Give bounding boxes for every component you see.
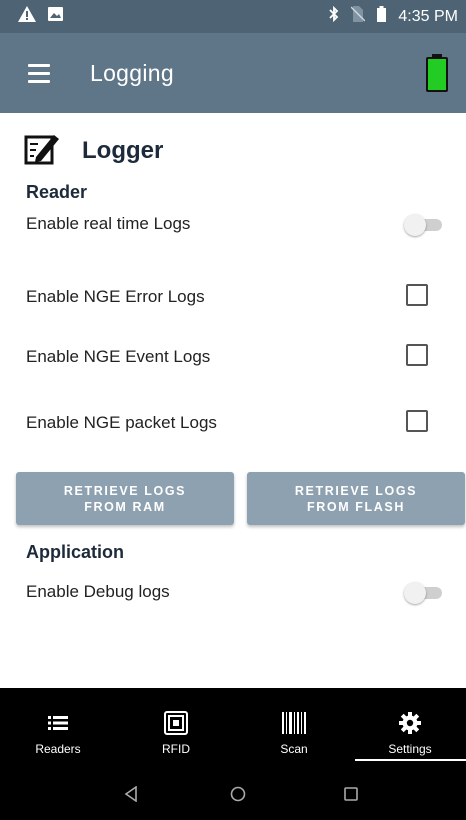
status-bar: 4:35 PM [0, 0, 466, 33]
back-icon[interactable] [117, 780, 145, 808]
nge-packet-logs-label: Enable NGE packet Logs [26, 413, 217, 432]
app-bar: Logging [0, 33, 466, 113]
realtime-logs-label: Enable real time Logs [26, 214, 191, 233]
app-title: Logging [90, 59, 174, 86]
nge-packet-logs-checkbox[interactable] [406, 410, 428, 432]
gear-icon [399, 704, 421, 742]
nav-scan[interactable]: Scan [236, 688, 352, 768]
system-navigation-bar [0, 768, 466, 820]
selected-tab-indicator [355, 759, 466, 761]
nge-event-logs-checkbox[interactable] [406, 344, 428, 366]
logger-title: Logger [82, 136, 164, 164]
reader-battery-icon [426, 54, 448, 92]
nav-rfid[interactable]: RFID [118, 688, 234, 768]
warning-icon [18, 6, 36, 27]
logger-header: Logger [24, 131, 163, 170]
edit-note-icon [24, 131, 60, 170]
nge-error-logs-checkbox[interactable] [406, 284, 428, 306]
list-icon [48, 704, 68, 742]
retrieve-logs-from-ram-button[interactable]: RETRIEVE LOGS FROM RAM [16, 472, 234, 525]
image-icon [48, 7, 63, 26]
retrieve-logs-from-flash-button[interactable]: RETRIEVE LOGS FROM FLASH [247, 472, 465, 525]
application-section-title: Application [26, 542, 124, 562]
no-sim-icon [350, 6, 366, 27]
realtime-logs-toggle[interactable] [404, 213, 444, 236]
reader-section-title: Reader [26, 182, 88, 202]
nge-event-logs-label: Enable NGE Event Logs [26, 347, 211, 366]
home-icon[interactable] [224, 780, 252, 808]
debug-logs-label: Enable Debug logs [26, 582, 170, 601]
bottom-navigation: Readers RFID Scan Settings [0, 688, 466, 768]
nav-readers[interactable]: Readers [0, 688, 116, 768]
nav-settings[interactable]: Settings [352, 688, 466, 768]
menu-icon[interactable] [28, 63, 50, 83]
recents-icon[interactable] [337, 780, 365, 808]
nge-error-logs-label: Enable NGE Error Logs [26, 287, 205, 306]
rfid-icon [164, 704, 188, 742]
debug-logs-toggle[interactable] [404, 581, 444, 604]
barcode-icon [282, 704, 306, 742]
bluetooth-icon [329, 5, 339, 27]
clock: 4:35 PM [398, 7, 458, 25]
battery-icon [377, 6, 387, 27]
